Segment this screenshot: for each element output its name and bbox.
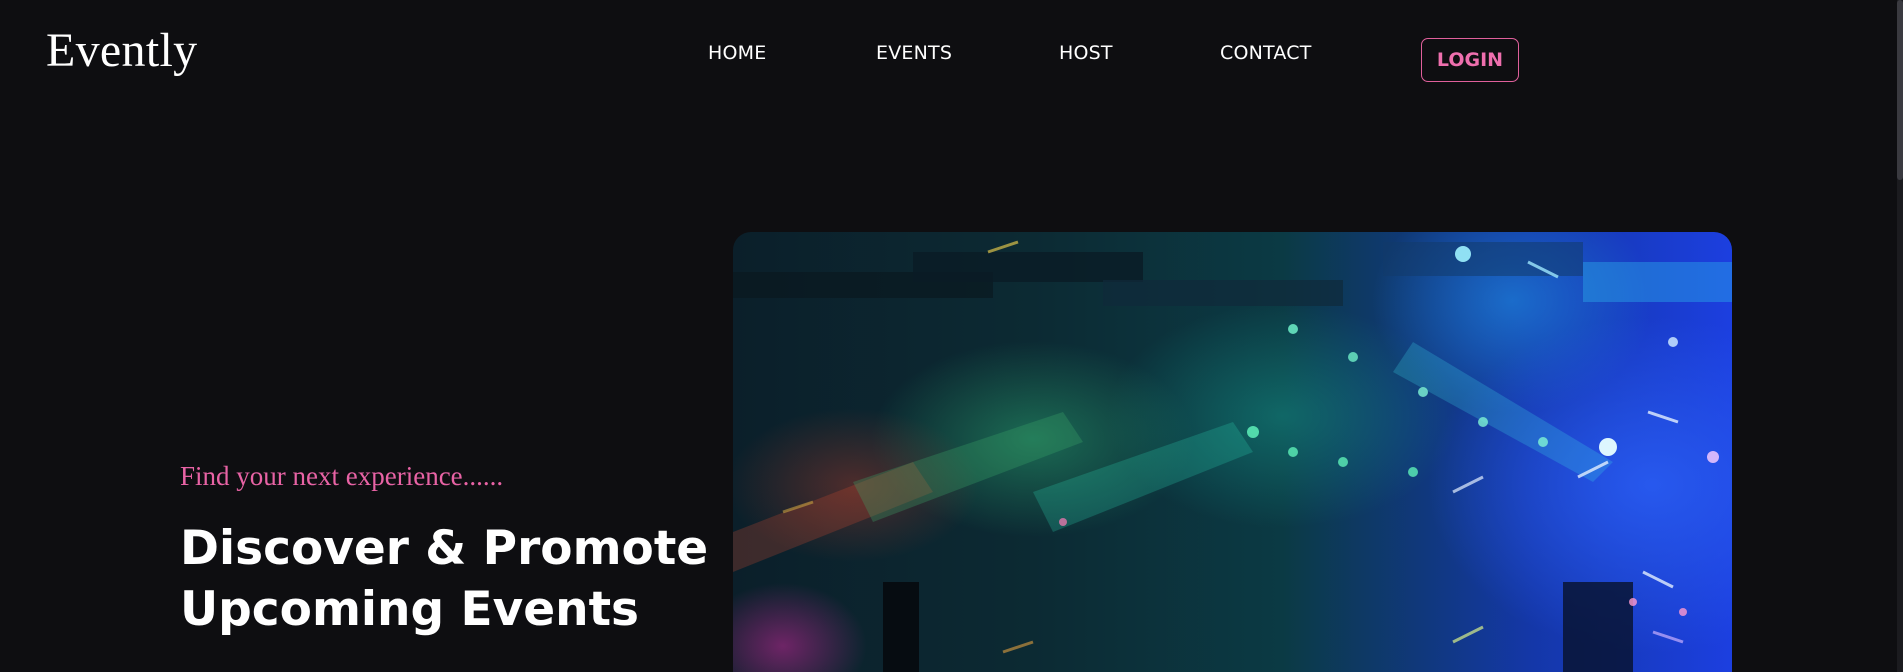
hero-tagline: Find your next experience...... <box>180 461 504 491</box>
hero-concert-image <box>733 232 1732 672</box>
hero-headline-line1: Discover & Promote <box>180 521 709 576</box>
hero-headline: Discover & Promote Upcoming Events <box>180 518 708 640</box>
brand-logo[interactable]: Evently <box>46 22 197 80</box>
scrollbar-thumb[interactable] <box>1897 0 1903 180</box>
nav-contact-link[interactable]: CONTACT <box>1220 42 1312 64</box>
hero-headline-line2: Upcoming Events <box>180 582 640 637</box>
concert-lights-illustration <box>733 240 1732 672</box>
login-button[interactable]: LOGIN <box>1421 38 1519 82</box>
page-scrollbar[interactable] <box>1897 0 1903 672</box>
nav-host-link[interactable]: HOST <box>1059 42 1113 64</box>
nav-events-link[interactable]: EVENTS <box>876 42 952 64</box>
nav-home-link[interactable]: HOME <box>708 42 766 64</box>
